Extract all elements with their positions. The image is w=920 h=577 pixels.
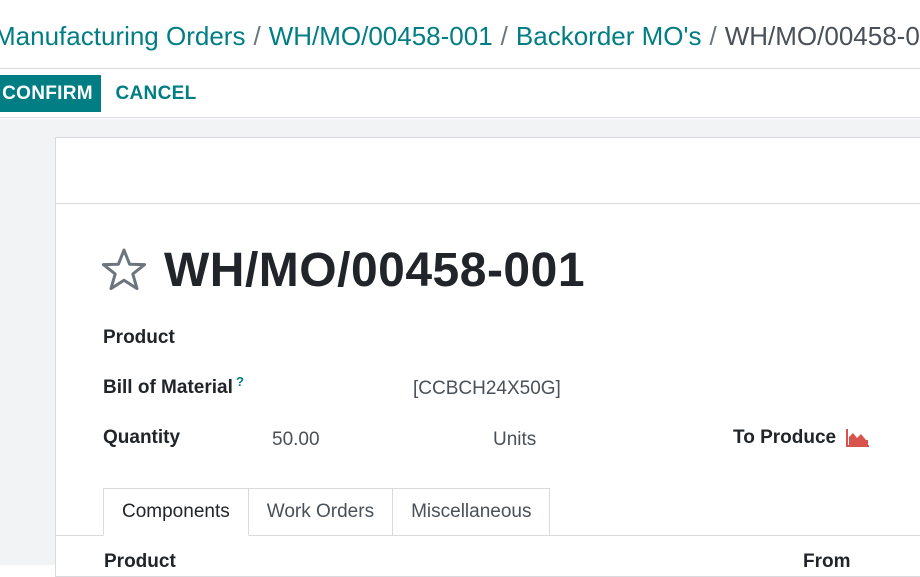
breadcrumb: Manufacturing Orders / WH/MO/00458-001/Bac…: [0, 20, 920, 52]
column-header-from[interactable]: From: [803, 551, 851, 573]
record-title: WH/MO/00458-001: [164, 244, 586, 297]
breadcrumb-separator: /: [500, 21, 508, 51]
cancel-button[interactable]: CANCEL: [110, 75, 202, 112]
tab-miscellaneous[interactable]: Miscellaneous: [393, 488, 551, 536]
product-label: Product: [103, 327, 175, 348]
tab-work-orders[interactable]: Work Orders: [248, 488, 394, 536]
breadcrumb-manufacturing-orders[interactable]: Manufacturing Orders: [0, 21, 245, 51]
breadcrumb-separator: /: [253, 21, 261, 51]
breadcrumb-current: WH/MO/00458-001: [724, 21, 920, 51]
quantity-unit[interactable]: Units: [493, 428, 536, 452]
bom-label: Bill of Material: [103, 377, 233, 398]
status-bar: [56, 138, 920, 204]
breadcrumb-backorder-mos[interactable]: Backorder MO's: [516, 21, 702, 51]
bom-field[interactable]: [CCBCH24X50G]: [413, 377, 561, 401]
area-chart-icon[interactable]: [846, 428, 870, 448]
form-sheet: WH/MO/00458-001 Product Bill of Material…: [55, 137, 920, 577]
notebook-tabs: Components Work Orders Miscellaneous: [103, 488, 551, 536]
to-produce-label: To Produce: [733, 427, 837, 448]
form-view: WH/MO/00458-001 Product Bill of Material…: [0, 119, 920, 577]
help-tooltip-icon[interactable]: ?: [236, 375, 244, 389]
tab-components[interactable]: Components: [103, 488, 249, 536]
quantity-field[interactable]: 50.00: [272, 428, 320, 452]
breadcrumb-separator: /: [709, 21, 717, 51]
breadcrumb-bar: Manufacturing Orders / WH/MO/00458-001/Bac…: [0, 0, 920, 69]
control-panel: CONFIRM CANCEL: [0, 70, 920, 118]
breadcrumb-parent-mo[interactable]: WH/MO/00458-001: [269, 21, 493, 51]
confirm-button[interactable]: CONFIRM: [0, 75, 101, 112]
column-header-product[interactable]: Product: [104, 551, 176, 573]
star-icon[interactable]: [101, 247, 147, 291]
quantity-label: Quantity: [103, 427, 181, 448]
